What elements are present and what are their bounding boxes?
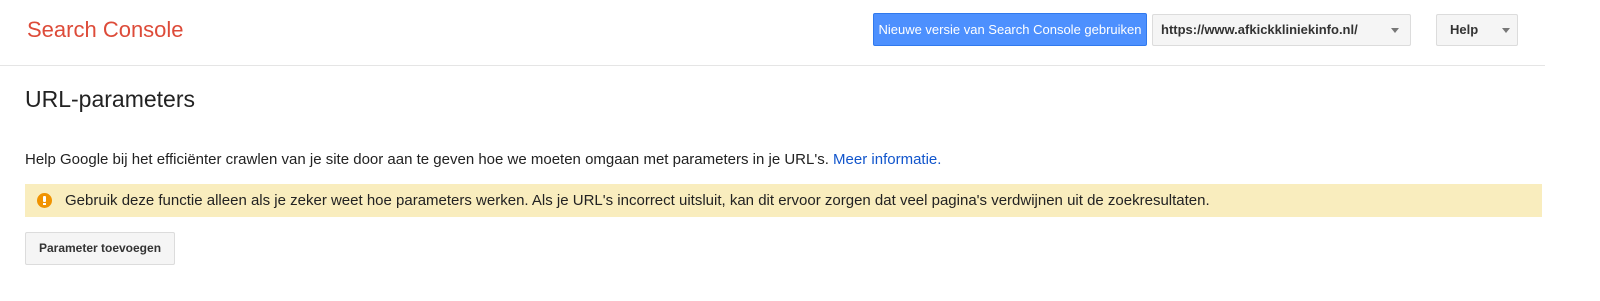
chevron-down-icon (1391, 28, 1399, 33)
chevron-down-icon (1502, 28, 1510, 33)
help-menu-button[interactable]: Help (1436, 14, 1518, 46)
site-selector[interactable]: https://www.afkickkliniekinfo.nl/ (1152, 14, 1411, 46)
site-selector-value: https://www.afkickkliniekinfo.nl/ (1161, 22, 1358, 37)
page-title: URL-parameters (25, 86, 195, 112)
intro-paragraph: Help Google bij het efficiënter crawlen … (25, 151, 941, 168)
header-bar: Search Console Nieuwe versie van Search … (0, 0, 1545, 66)
learn-more-link[interactable]: Meer informatie. (833, 151, 941, 168)
add-parameter-button[interactable]: Parameter toevoegen (25, 232, 175, 265)
new-version-button[interactable]: Nieuwe versie van Search Console gebruik… (873, 13, 1147, 46)
warning-banner: Gebruik deze functie alleen als je zeker… (25, 184, 1542, 217)
help-menu-label: Help (1450, 22, 1479, 37)
intro-text: Help Google bij het efficiënter crawlen … (25, 151, 829, 168)
warning-text: Gebruik deze functie alleen als je zeker… (65, 192, 1210, 209)
app-title[interactable]: Search Console (27, 17, 184, 43)
warning-icon (37, 193, 52, 208)
